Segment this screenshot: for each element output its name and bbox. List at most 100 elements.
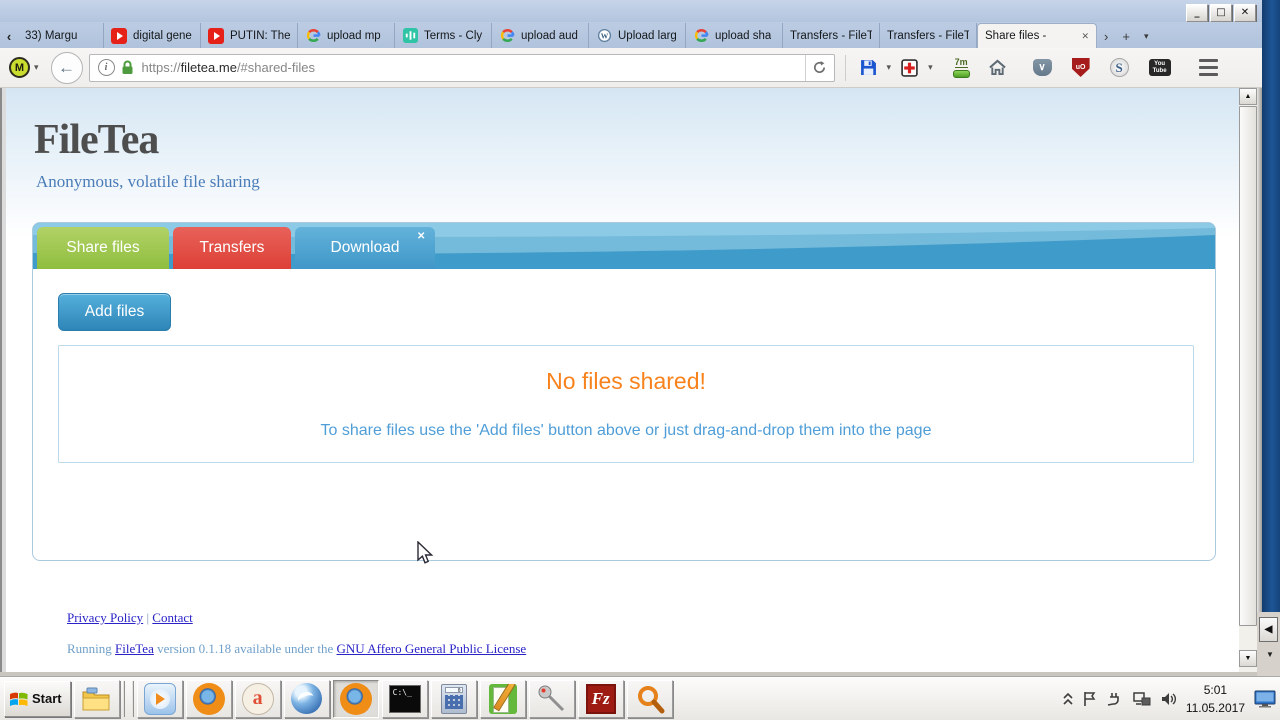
youtube-favicon [208, 27, 224, 44]
menu-hamburger-icon[interactable] [1193, 53, 1224, 83]
show-desktop-icon[interactable] [1254, 690, 1276, 708]
empty-state-box[interactable]: No files shared! To share files use the … [58, 345, 1194, 463]
speaker-icon[interactable] [1160, 691, 1177, 707]
tab-scroll-right-button[interactable]: › [1097, 24, 1115, 48]
taskbar-firefox-button[interactable] [185, 679, 232, 718]
cmd-label: C:\_ [392, 687, 412, 697]
taskbar-notes-button[interactable] [479, 679, 526, 718]
add-files-button[interactable]: Add files [58, 293, 171, 331]
back-button[interactable]: ← [50, 51, 83, 84]
panel-tab-transfers[interactable]: Transfers [173, 227, 291, 269]
tray-expand-icon[interactable] [1063, 692, 1073, 705]
s-extension-icon[interactable]: S [1104, 53, 1135, 83]
timer-badge: 7m [954, 56, 968, 68]
page-viewport: FileTea Anonymous, volatile file sharing… [6, 88, 1239, 672]
panel-tab-label: Download [330, 239, 400, 256]
google-favicon [305, 28, 321, 44]
action-center-flag-icon[interactable] [1082, 691, 1098, 707]
filetea-link[interactable]: FileTea [115, 641, 154, 656]
google-favicon [499, 28, 515, 44]
wordpress-favicon: W [596, 28, 612, 44]
browser-tab[interactable]: Terms - Cly [395, 23, 492, 48]
youtube-label-bottom: Tube [1152, 67, 1167, 74]
save-page-icon[interactable] [854, 53, 883, 83]
empty-state-title: No files shared! [546, 368, 706, 394]
reload-button[interactable] [804, 54, 834, 81]
minimize-button[interactable]: _ [1186, 4, 1208, 22]
taskbar-mediaplayer-button[interactable] [136, 679, 183, 718]
youtube-extension-icon[interactable]: You Tube [1143, 53, 1177, 83]
audio-app-label: a [252, 687, 263, 709]
taskbar-calculator-button[interactable]: 0 [430, 679, 477, 718]
clock-time: 5:01 [1203, 682, 1228, 697]
scrollbar-thumb[interactable] [1239, 106, 1257, 626]
new-tab-button[interactable]: + [1115, 24, 1137, 48]
close-button[interactable]: ✕ [1234, 4, 1256, 22]
browser-tab[interactable]: Transfers - FileT [783, 23, 880, 48]
background-window-button[interactable]: ◀ [1259, 617, 1278, 642]
taskbar-firefox-active-button[interactable] [332, 679, 379, 718]
clock-date: 11.05.2017 [1185, 700, 1245, 715]
power-plug-icon[interactable] [1107, 691, 1124, 707]
extension-dropdown-caret[interactable]: ▾ [34, 62, 39, 73]
license-link[interactable]: GNU Affero General Public License [337, 641, 527, 656]
taskbar-seamonkey-button[interactable] [283, 679, 330, 718]
extension-m-icon[interactable]: M [9, 57, 30, 78]
start-button[interactable]: Start [4, 680, 71, 717]
url-bar[interactable]: i https://filetea.me/#shared-files [88, 53, 835, 82]
https-lock-icon[interactable] [121, 60, 134, 75]
browser-tab[interactable]: digital gene [104, 23, 201, 48]
panel-tab-share-files[interactable]: Share files [37, 227, 169, 269]
panel-tab-download[interactable]: Download [295, 227, 435, 269]
taskbar-clock[interactable]: 5:01 11.05.2017 [1186, 681, 1245, 717]
running-text: Running [67, 641, 116, 656]
download-tab-close-icon[interactable]: ✕ [417, 231, 425, 242]
tab-scroll-left-button[interactable]: ‹ [0, 24, 18, 48]
privacy-policy-link[interactable]: Privacy Policy [67, 610, 143, 625]
scroll-down-button[interactable]: ▼ [1239, 650, 1257, 667]
taskbar-recorder-button[interactable] [528, 679, 575, 718]
browser-tab[interactable]: W Upload larg [589, 23, 686, 48]
browser-tab[interactable]: PUTIN: The [201, 23, 298, 48]
scroll-up-button[interactable]: ▲ [1239, 88, 1257, 105]
browser-tab-label: Share files - [985, 30, 1047, 42]
ublock-icon[interactable]: uO [1066, 53, 1096, 83]
browser-tab-label: Transfers - FileT [790, 29, 872, 42]
browser-tab-label: digital gene [133, 29, 192, 42]
save-dropdown-caret[interactable]: ▾ [887, 62, 892, 73]
taskbar-filezilla-button[interactable]: Fz [577, 679, 624, 718]
timer-extension-icon[interactable]: 7m [947, 53, 976, 83]
browser-tab[interactable]: upload aud [492, 23, 589, 48]
browser-tab-label: 33) Margu [25, 29, 78, 42]
pocket-chevron: ∨ [1038, 61, 1046, 73]
all-tabs-dropdown[interactable]: ▾ [1137, 24, 1156, 48]
quicklaunch-grip[interactable] [122, 680, 134, 717]
contact-link[interactable]: Contact [152, 610, 192, 625]
footer-links: Privacy Policy | Contact [67, 610, 193, 626]
window-titlebar [0, 0, 1262, 22]
firefox-icon [192, 682, 225, 715]
taskbar-cmd-button[interactable]: C:\_ [381, 679, 428, 718]
taskbar-search-button[interactable] [626, 679, 673, 718]
page-info-icon[interactable]: i [97, 59, 115, 76]
helper-dropdown-caret[interactable]: ▾ [928, 62, 933, 73]
panel-tab-label: Transfers [199, 239, 265, 256]
home-icon[interactable] [982, 53, 1013, 83]
browser-tab[interactable]: upload mp [298, 23, 395, 48]
maximize-button[interactable]: □ [1210, 4, 1232, 22]
download-helper-icon[interactable] [895, 53, 924, 83]
browser-tab[interactable]: upload sha [686, 23, 783, 48]
folder-icon [82, 687, 110, 710]
browser-tab-active[interactable]: Share files - ✕ [977, 23, 1097, 48]
taskbar-audio-app-button[interactable]: a [234, 679, 281, 718]
pocket-icon[interactable]: ∨ [1027, 53, 1058, 83]
calculator-display: 0 [444, 686, 463, 694]
network-icon[interactable] [1133, 691, 1151, 707]
tab-close-icon[interactable]: ✕ [1073, 31, 1089, 42]
browser-scrollbar[interactable]: ▲ ▼ [1239, 88, 1257, 672]
browser-tab[interactable]: Transfers - FileT [880, 23, 977, 48]
browser-tab[interactable]: 33) Margu [18, 23, 104, 48]
media-player-icon [143, 682, 176, 715]
filezilla-icon: Fz [585, 683, 616, 714]
taskbar-explorer-button[interactable] [73, 679, 120, 718]
